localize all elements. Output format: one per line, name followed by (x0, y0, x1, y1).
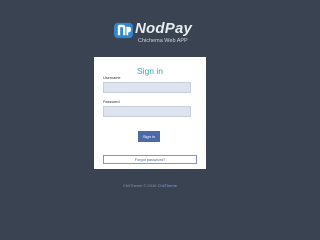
username-input[interactable] (103, 82, 191, 93)
forgot-password-link[interactable]: Forgot password? (103, 155, 197, 164)
login-title: Sign in (137, 66, 163, 76)
logo-mark-icon (114, 22, 133, 39)
footer-brand-link[interactable]: ChiiTheme (158, 183, 177, 188)
app-logo: NodPay Chichema Web APP (114, 20, 193, 45)
footer: ChiiTheme © 2016 ChiiTheme (0, 183, 300, 188)
signin-button[interactable]: Sign in (138, 131, 160, 142)
app-name: NodPay (135, 20, 193, 37)
password-input[interactable] (103, 106, 191, 117)
password-label: Password (103, 100, 120, 104)
username-label: Username (103, 76, 121, 80)
footer-copyright: ChiiTheme © 2016 (123, 183, 157, 188)
app-tagline: Chichema Web APP (138, 38, 188, 44)
login-card: Sign in Username Password Sign in Forgot… (94, 57, 206, 169)
